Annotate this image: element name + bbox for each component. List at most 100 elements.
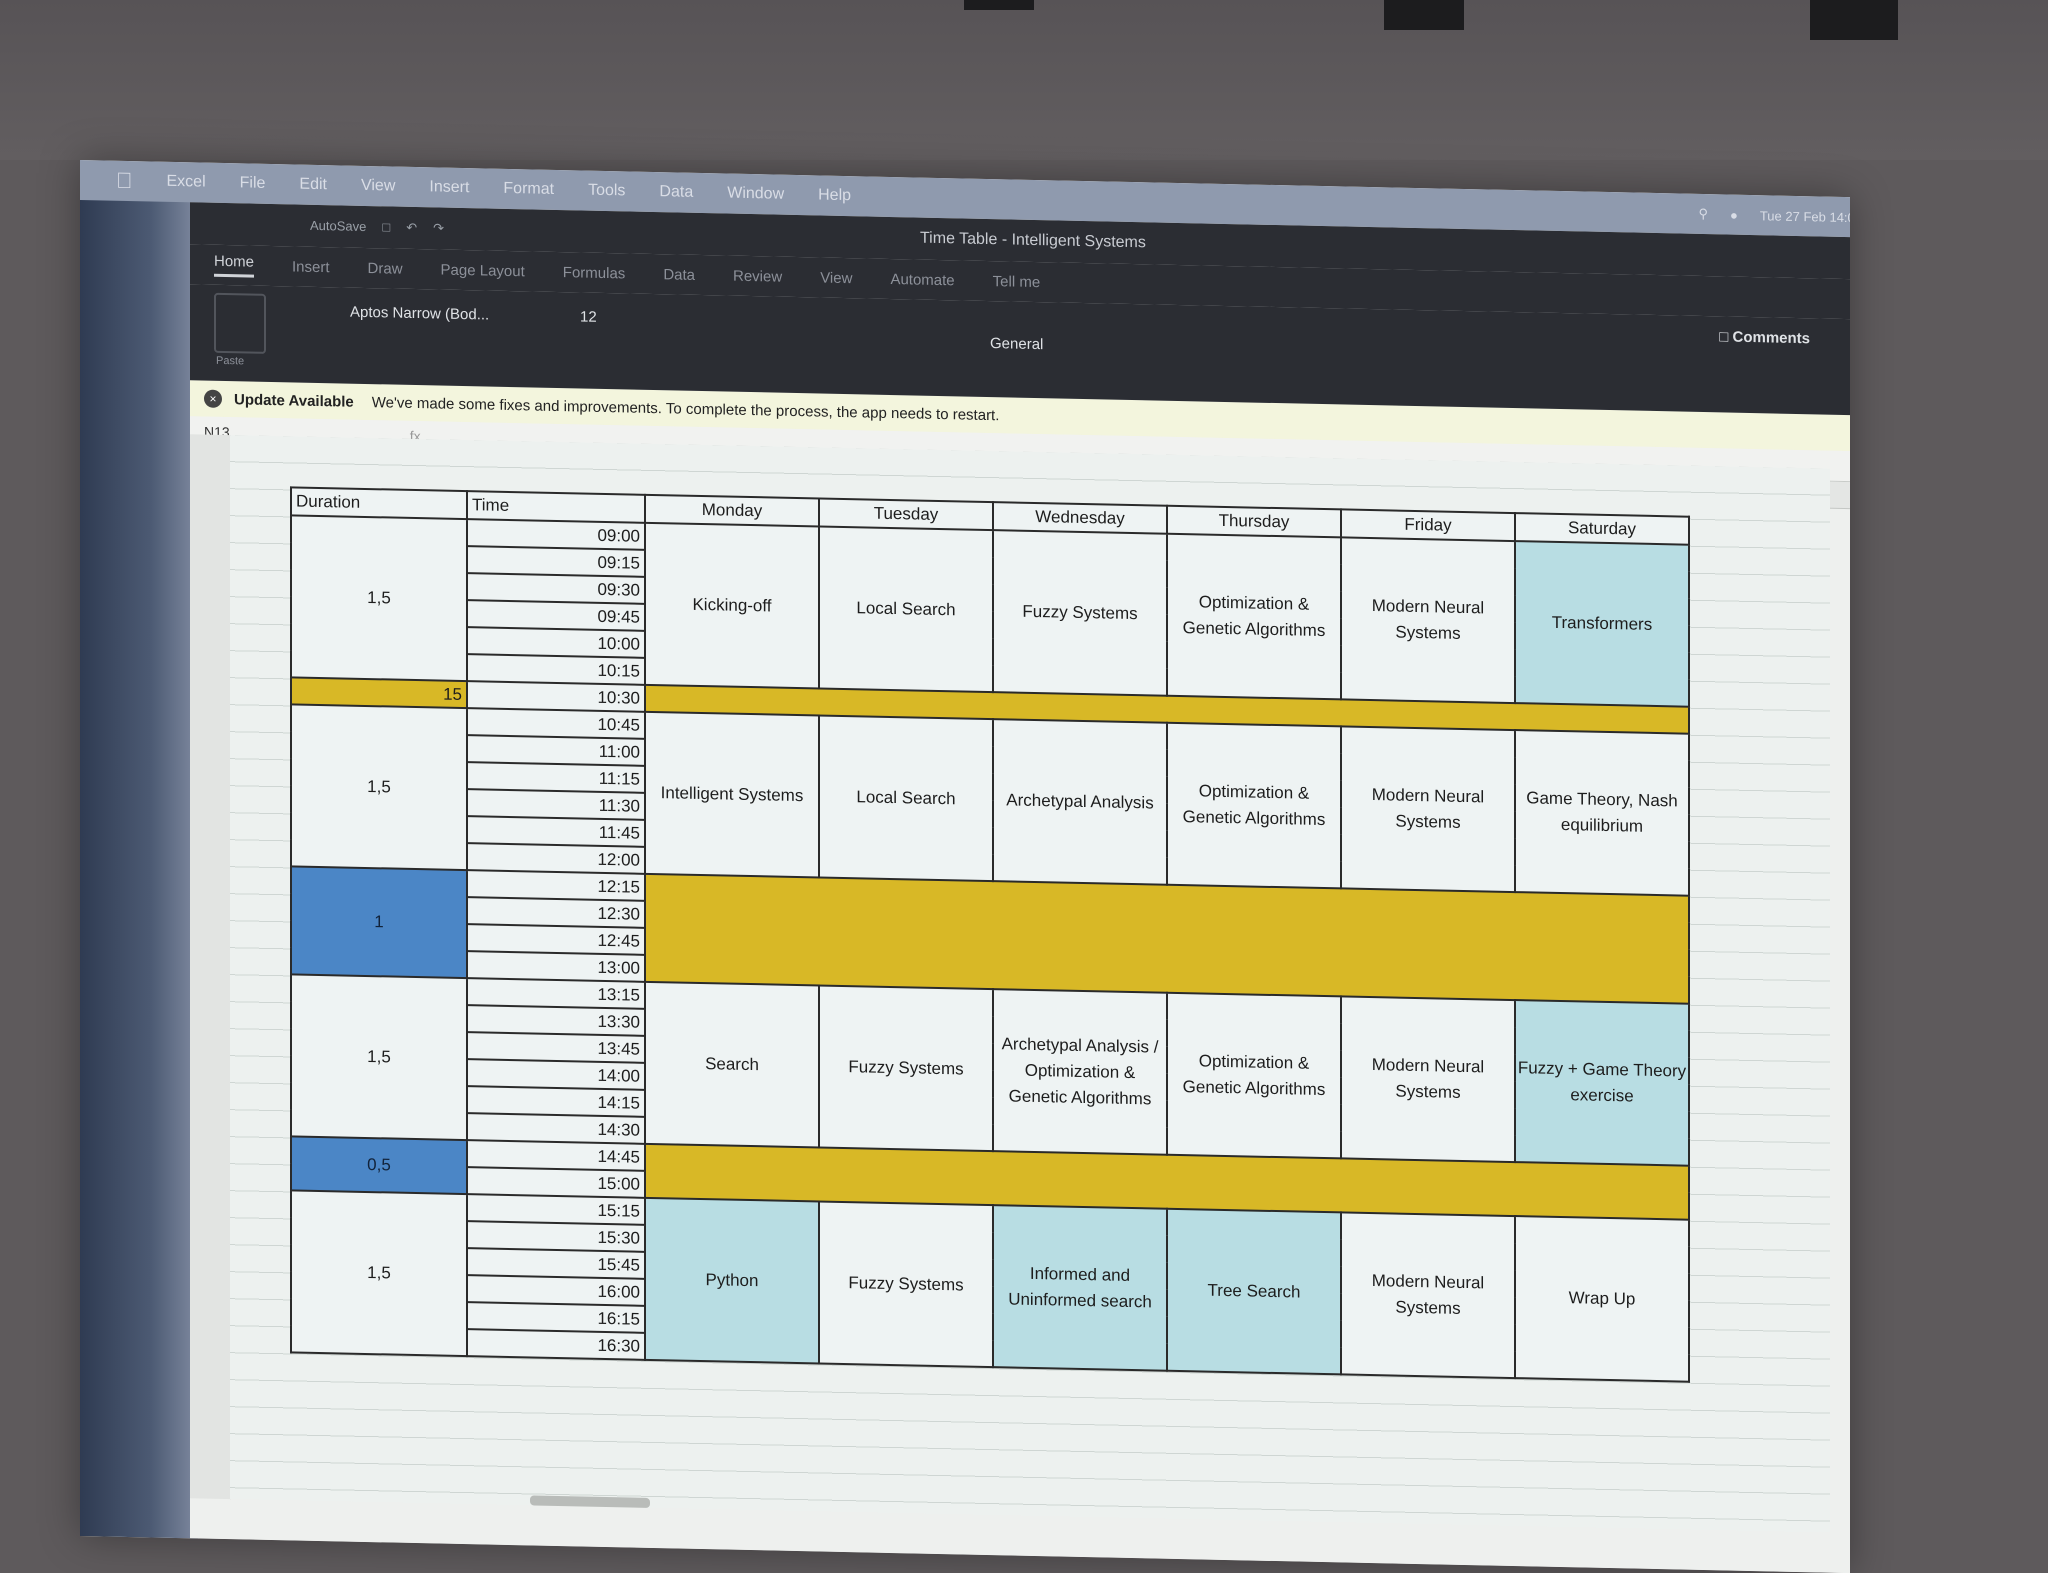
lunch-duration-cell[interactable]: 1 — [291, 866, 467, 979]
session-cell[interactable]: Transformers — [1515, 541, 1689, 707]
session-cell[interactable]: Modern Neural Systems — [1341, 537, 1515, 704]
session-cell[interactable]: Optimization & Genetic Algorithms — [1167, 533, 1341, 700]
time-cell[interactable]: 16:15 — [467, 1302, 645, 1333]
session-cell[interactable]: Modern Neural Systems — [1341, 1212, 1515, 1379]
time-cell[interactable]: 15:00 — [467, 1167, 645, 1198]
menu-app[interactable]: Excel — [167, 173, 206, 192]
session-cell[interactable]: Wrap Up — [1515, 1216, 1689, 1382]
redo-icon[interactable]: ↷ — [433, 220, 444, 236]
time-cell[interactable]: 14:30 — [467, 1113, 645, 1144]
session-cell[interactable]: Python — [645, 1197, 819, 1364]
menu-format[interactable]: Format — [503, 180, 554, 199]
save-icon[interactable]: □ — [382, 219, 390, 235]
session-cell[interactable]: Local Search — [819, 715, 993, 882]
duration-cell[interactable]: 1,5 — [291, 974, 467, 1141]
menu-view[interactable]: View — [361, 177, 395, 196]
menu-help[interactable]: Help — [818, 186, 851, 205]
paste-button[interactable] — [214, 292, 266, 354]
comments-button[interactable]: □ Comments — [1719, 328, 1810, 347]
close-icon[interactable]: × — [204, 389, 222, 408]
day-saturday[interactable]: Saturday — [1515, 513, 1689, 545]
session-cell[interactable]: Modern Neural Systems — [1341, 726, 1515, 893]
time-cell[interactable]: 10:15 — [467, 654, 645, 685]
session-cell[interactable]: Archetypal Analysis — [993, 719, 1167, 885]
tab-view[interactable]: View — [820, 269, 852, 287]
undo-icon[interactable]: ↶ — [406, 220, 417, 236]
tab-page-layout[interactable]: Page Layout — [441, 261, 525, 280]
font-name-select[interactable]: Aptos Narrow (Bod... — [350, 304, 489, 324]
time-cell[interactable]: 12:15 — [467, 870, 645, 901]
time-cell[interactable]: 11:45 — [467, 816, 645, 847]
tab-formulas[interactable]: Formulas — [563, 264, 626, 282]
time-cell[interactable]: 13:45 — [467, 1032, 645, 1063]
tell-me[interactable]: Tell me — [993, 273, 1041, 291]
autosave-label[interactable]: AutoSave — [310, 218, 366, 235]
session-cell[interactable]: Optimization & Genetic Algorithms — [1167, 992, 1341, 1159]
session-cell[interactable]: Modern Neural Systems — [1341, 996, 1515, 1163]
menu-insert[interactable]: Insert — [429, 178, 469, 197]
duration-cell[interactable]: 1,5 — [291, 704, 467, 871]
time-cell[interactable]: 12:30 — [467, 897, 645, 928]
time-cell[interactable]: 10:00 — [467, 627, 645, 658]
day-monday[interactable]: Monday — [645, 494, 819, 527]
number-format-select[interactable]: General — [990, 335, 1043, 353]
time-cell[interactable]: 14:00 — [467, 1059, 645, 1090]
menu-tools[interactable]: Tools — [588, 182, 625, 201]
time-header[interactable]: Time — [467, 491, 645, 523]
time-cell[interactable]: 11:30 — [467, 789, 645, 820]
session-cell[interactable]: Fuzzy Systems — [993, 530, 1167, 696]
session-cell[interactable]: Local Search — [819, 526, 993, 693]
time-cell[interactable]: 09:15 — [467, 546, 645, 577]
time-cell[interactable]: 09:30 — [467, 573, 645, 604]
time-cell[interactable]: 09:00 — [467, 519, 645, 550]
menubar-clock[interactable]: Tue 27 Feb 14:02 — [1760, 208, 1850, 225]
day-tuesday[interactable]: Tuesday — [819, 498, 993, 531]
break-duration-cell[interactable]: 0,5 — [291, 1136, 467, 1195]
apple-icon[interactable]:  — [116, 168, 133, 194]
time-cell[interactable]: 13:15 — [467, 978, 645, 1009]
time-cell[interactable]: 15:45 — [467, 1248, 645, 1279]
session-cell[interactable]: Search — [645, 981, 819, 1148]
tab-draw[interactable]: Draw — [368, 260, 403, 278]
time-cell[interactable]: 14:15 — [467, 1086, 645, 1117]
time-cell[interactable]: 15:15 — [467, 1194, 645, 1225]
duration-cell[interactable]: 1,5 — [291, 515, 467, 682]
tab-insert[interactable]: Insert — [292, 258, 330, 276]
menu-window[interactable]: Window — [727, 185, 784, 204]
session-cell[interactable]: Game Theory, Nash equilibrium — [1515, 730, 1689, 896]
search-icon[interactable]: ⚲ — [1698, 206, 1708, 222]
time-cell[interactable]: 15:30 — [467, 1221, 645, 1252]
session-cell[interactable]: Fuzzy Systems — [819, 985, 993, 1152]
tab-automate[interactable]: Automate — [890, 270, 954, 288]
menu-file[interactable]: File — [240, 174, 266, 193]
time-cell[interactable]: 09:45 — [467, 600, 645, 631]
break-duration-cell[interactable]: 15 — [291, 677, 467, 709]
session-cell[interactable]: Tree Search — [1167, 1208, 1341, 1375]
time-cell[interactable]: 11:15 — [467, 762, 645, 793]
time-cell[interactable]: 16:30 — [467, 1329, 645, 1360]
session-cell[interactable]: Archetypal Analysis / Optimization & Gen… — [993, 989, 1167, 1155]
time-cell[interactable]: 13:00 — [467, 951, 645, 982]
session-cell[interactable]: Intelligent Systems — [645, 711, 819, 878]
time-cell[interactable]: 16:00 — [467, 1275, 645, 1306]
session-cell[interactable]: Fuzzy Systems — [819, 1201, 993, 1368]
menu-edit[interactable]: Edit — [299, 176, 327, 195]
session-cell[interactable]: Optimization & Genetic Algorithms — [1167, 722, 1341, 889]
tab-data[interactable]: Data — [663, 266, 695, 284]
time-cell[interactable]: 13:30 — [467, 1005, 645, 1036]
time-cell[interactable]: 11:00 — [467, 735, 645, 766]
time-cell[interactable]: 12:00 — [467, 843, 645, 874]
duration-header[interactable]: Duration — [291, 487, 467, 520]
duration-cell[interactable]: 1,5 — [291, 1190, 467, 1357]
time-cell[interactable]: 12:45 — [467, 924, 645, 955]
font-size-select[interactable]: 12 — [580, 308, 597, 325]
menu-data[interactable]: Data — [659, 183, 693, 202]
wifi-icon[interactable]: ● — [1730, 207, 1738, 222]
tab-home[interactable]: Home — [214, 252, 255, 278]
day-wednesday[interactable]: Wednesday — [993, 502, 1167, 534]
time-cell[interactable]: 10:30 — [467, 681, 645, 712]
tab-review[interactable]: Review — [733, 267, 782, 285]
time-cell[interactable]: 10:45 — [467, 708, 645, 739]
time-cell[interactable]: 14:45 — [467, 1140, 645, 1171]
day-friday[interactable]: Friday — [1341, 509, 1515, 542]
